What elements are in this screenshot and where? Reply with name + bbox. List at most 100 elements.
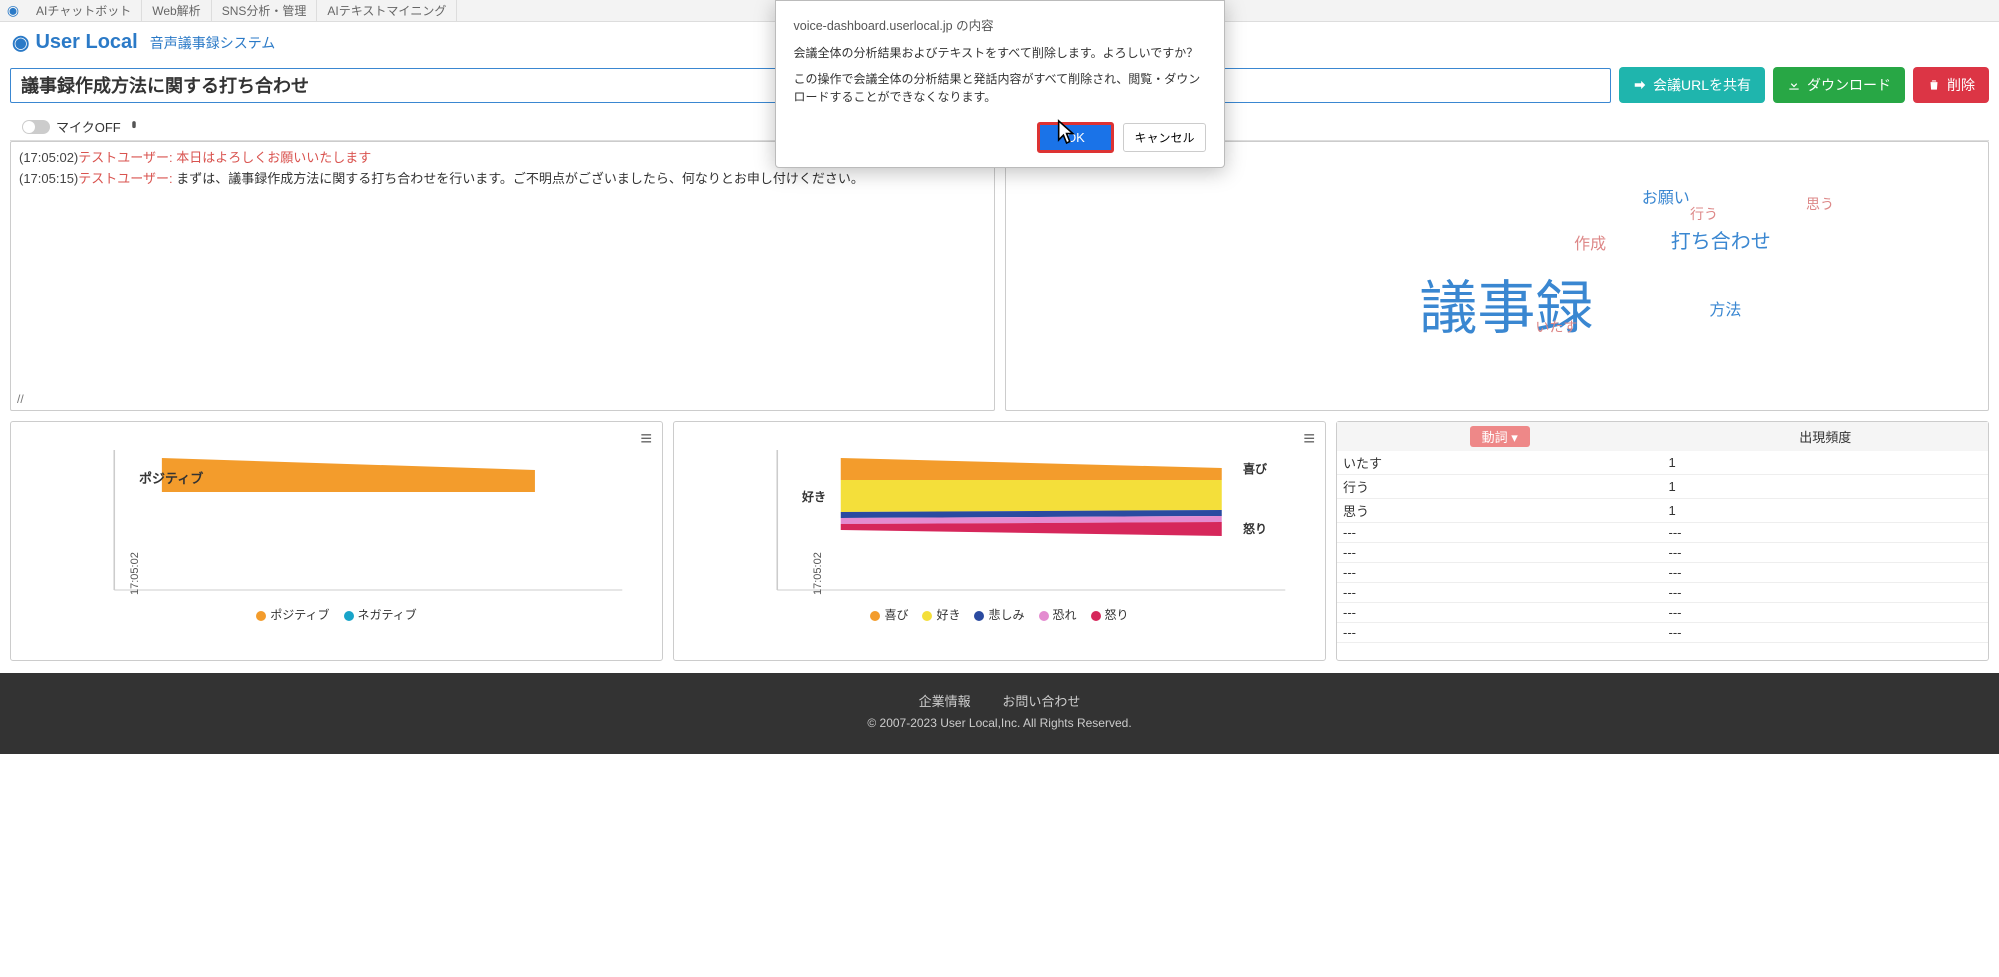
- transcript-line: (17:05:15)テストユーザー: まずは、議事録作成方法に関する打ち合わせを…: [19, 169, 986, 190]
- wordcloud-panel: 議事録打ち合わせお願い方法作成行う思ういたす: [1005, 141, 1990, 411]
- sentiment-xtick: 17:05:02: [129, 552, 141, 595]
- legend-label-joy: 喜び: [884, 608, 908, 622]
- mic-label: マイクOFF: [56, 117, 121, 136]
- trash-icon: [1927, 78, 1941, 92]
- table-row: ------: [1337, 603, 1988, 623]
- legend-label-positive: ポジティブ: [270, 608, 329, 622]
- emotion-band-joy: 喜び: [1243, 460, 1267, 477]
- transcript-user: テストユーザー:: [78, 171, 176, 186]
- emotion-chart-panel: ≡ 喜び 好き 怒り 17:05:02 喜び 好き 悲しみ 恐れ 怒り: [673, 421, 1326, 661]
- emotion-legend: 喜び 好き 悲しみ 恐れ 怒り: [682, 606, 1317, 623]
- sentiment-legend: ポジティブ ネガティブ: [19, 606, 654, 623]
- share-url-button[interactable]: 会議URLを共有: [1619, 67, 1765, 103]
- emotion-band-like: 好き: [802, 488, 826, 505]
- download-button[interactable]: ダウンロード: [1773, 67, 1905, 103]
- freq-count: ---: [1663, 623, 1989, 643]
- sentiment-chart-panel: ≡ ポジティブ 17:05:02 ポジティブ ネガティブ: [10, 421, 663, 661]
- dialog-ok-button[interactable]: OK: [1037, 122, 1114, 153]
- freq-count: 1: [1663, 475, 1989, 499]
- freq-word: ---: [1337, 623, 1663, 643]
- footer: 企業情報 お問い合わせ © 2007-2023 User Local,Inc. …: [0, 673, 1999, 754]
- transcript-panel: (17:05:02)テストユーザー: 本日はよろしくお願いいたします (17:05…: [10, 141, 995, 411]
- legend-dot-negative: [344, 611, 354, 621]
- mic-off-icon: [127, 120, 141, 134]
- resize-handle[interactable]: //: [17, 392, 24, 406]
- footer-link-company[interactable]: 企業情報: [919, 694, 971, 709]
- dialog-cancel-button[interactable]: キャンセル: [1123, 123, 1205, 152]
- mic-toggle[interactable]: [22, 120, 50, 134]
- emotion-chart: [682, 440, 1317, 600]
- wordcloud-word[interactable]: 打ち合わせ: [1671, 225, 1771, 254]
- confirm-dialog: voice-dashboard.userlocal.jp の内容 会議全体の分析…: [775, 0, 1225, 168]
- freq-word: ---: [1337, 523, 1663, 543]
- freq-count: ---: [1663, 523, 1989, 543]
- freq-count: 1: [1663, 451, 1989, 475]
- legend-label-negative: ネガティブ: [358, 608, 417, 622]
- table-row: ------: [1337, 563, 1988, 583]
- transcript-text: まずは、議事録作成方法に関する打ち合わせを行います。ご不明点がございましたら、何…: [176, 171, 864, 186]
- delete-button[interactable]: 削除: [1913, 67, 1989, 103]
- freq-count: 1: [1663, 499, 1989, 523]
- freq-word: ---: [1337, 603, 1663, 623]
- freq-word: ---: [1337, 543, 1663, 563]
- share-icon: [1633, 78, 1647, 92]
- emotion-xtick: 17:05:02: [812, 552, 824, 595]
- topnav-link-web[interactable]: Web解析: [142, 0, 211, 21]
- wordcloud-word[interactable]: 方法: [1709, 296, 1741, 320]
- brand-mini-icon: ◉: [4, 2, 22, 20]
- delete-label: 削除: [1947, 75, 1975, 95]
- table-row: 思う1: [1337, 499, 1988, 523]
- dialog-message: 会議全体の分析結果およびテキストをすべて削除します。よろしいですか？: [794, 44, 1206, 62]
- table-row: ------: [1337, 583, 1988, 603]
- share-label: 会議URLを共有: [1653, 75, 1751, 95]
- freq-count: ---: [1663, 543, 1989, 563]
- freq-word: いたす: [1337, 451, 1663, 475]
- freq-word: 行う: [1337, 475, 1663, 499]
- wordcloud-word[interactable]: 行う: [1690, 204, 1718, 224]
- download-icon: [1787, 78, 1801, 92]
- download-label: ダウンロード: [1807, 75, 1891, 95]
- dialog-body: この操作で会議全体の分析結果と発話内容がすべて削除され、閲覧・ダウンロードするこ…: [794, 70, 1206, 106]
- wordcloud-word[interactable]: 思う: [1806, 194, 1834, 214]
- topnav-link-sns[interactable]: SNS分析・管理: [212, 0, 318, 21]
- frequency-table: 動詞 ▾ 出現頻度 いたす1行う1思う1--------------------…: [1337, 422, 1988, 643]
- dialog-origin: voice-dashboard.userlocal.jp の内容: [794, 15, 1206, 34]
- frequency-table-panel: 動詞 ▾ 出現頻度 いたす1行う1思う1--------------------…: [1336, 421, 1989, 661]
- freq-count: ---: [1663, 583, 1989, 603]
- table-row: ------: [1337, 523, 1988, 543]
- brand-icon: ◉: [12, 30, 29, 55]
- transcript-time: (17:05:15): [19, 171, 78, 186]
- wordcloud-word[interactable]: いたす: [1535, 317, 1577, 337]
- freq-count: ---: [1663, 563, 1989, 583]
- pos-filter-pill[interactable]: 動詞 ▾: [1470, 426, 1530, 447]
- freq-count: ---: [1663, 603, 1989, 623]
- brand-name: User Local: [35, 31, 137, 54]
- freq-header: 出現頻度: [1663, 422, 1989, 451]
- sentiment-bar-label: ポジティブ: [139, 468, 203, 487]
- footer-link-contact[interactable]: お問い合わせ: [1002, 694, 1080, 709]
- brand: ◉ User Local 音声議事録システム: [12, 30, 275, 55]
- brand-subtitle: 音声議事録システム: [150, 33, 276, 53]
- wordcloud-word[interactable]: 作成: [1574, 230, 1606, 254]
- sentiment-chart: [19, 440, 654, 600]
- freq-word: 思う: [1337, 499, 1663, 523]
- legend-label-fear: 恐れ: [1053, 608, 1077, 622]
- emotion-band-anger: 怒り: [1243, 520, 1267, 537]
- transcript-time: (17:05:02): [19, 150, 78, 165]
- legend-dot-positive: [256, 611, 266, 621]
- wordcloud-word[interactable]: お願い: [1642, 184, 1690, 208]
- freq-word: ---: [1337, 583, 1663, 603]
- legend-label-sad: 悲しみ: [988, 608, 1024, 622]
- transcript-text: 本日はよろしくお願いいたします: [176, 150, 371, 165]
- freq-word: ---: [1337, 563, 1663, 583]
- table-row: いたす1: [1337, 451, 1988, 475]
- table-row: 行う1: [1337, 475, 1988, 499]
- legend-label-anger: 怒り: [1105, 608, 1129, 622]
- topnav-link-textmine[interactable]: AIテキストマイニング: [317, 0, 457, 21]
- table-row: ------: [1337, 623, 1988, 643]
- legend-label-like: 好き: [936, 608, 960, 622]
- footer-copyright: © 2007-2023 User Local,Inc. All Rights R…: [10, 716, 1989, 730]
- table-row: ------: [1337, 543, 1988, 563]
- topnav-link-chatbot[interactable]: AIチャットボット: [26, 0, 142, 21]
- transcript-user: テストユーザー:: [78, 150, 176, 165]
